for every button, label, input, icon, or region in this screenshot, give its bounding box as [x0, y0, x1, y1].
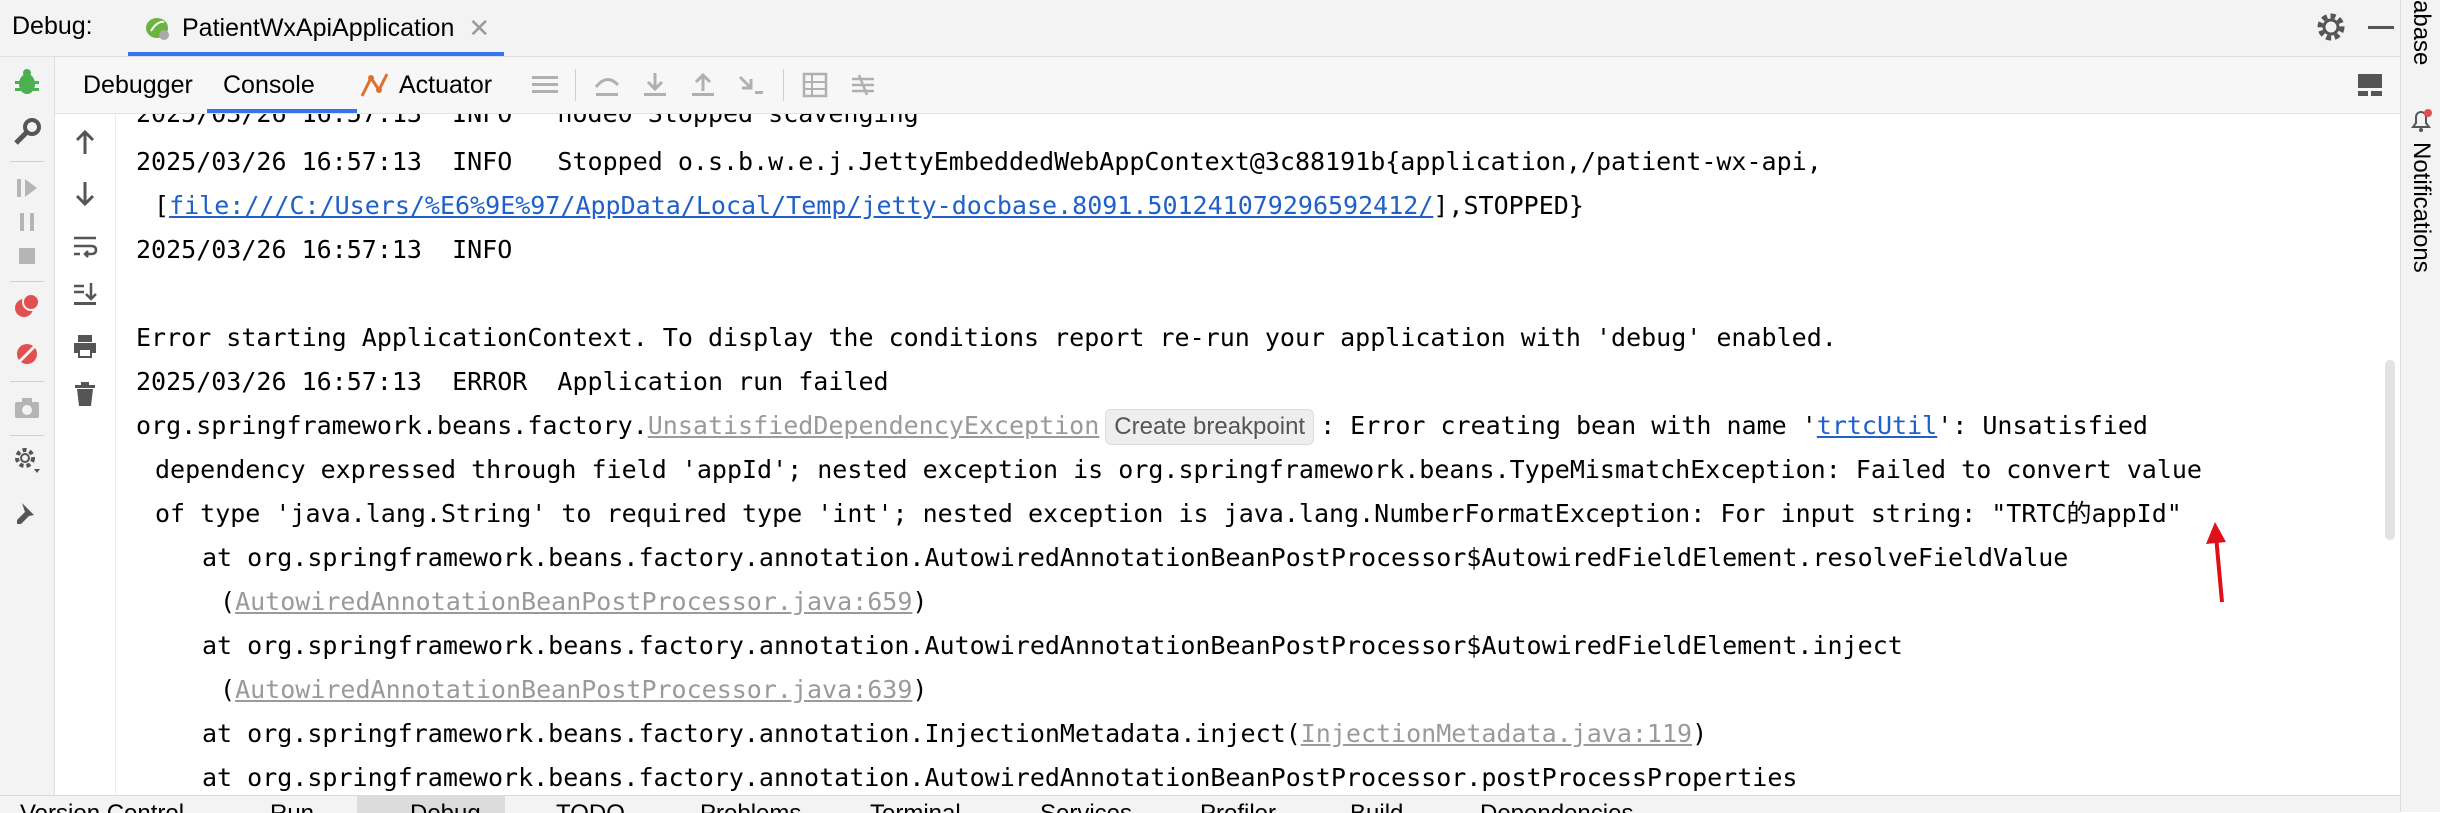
tool-terminal[interactable]: Terminal [870, 800, 961, 813]
rail-separator [10, 281, 44, 282]
tab-debugger[interactable]: Debugger [83, 57, 193, 113]
console-line: 2025/03/26 16:57:13 ERROR Application ru… [136, 367, 889, 396]
run-config-tab[interactable]: PatientWxApiApplication ✕ [128, 0, 505, 56]
tool-services[interactable]: Services [1040, 800, 1132, 813]
tool-debug[interactable]: Debug [410, 800, 481, 813]
run-to-cursor-icon[interactable] [735, 69, 767, 101]
right-tool-strip: abase Notifications [2400, 0, 2440, 812]
console-tab-indicator [207, 109, 357, 113]
tool-build[interactable]: Build [1350, 800, 1403, 813]
trash-icon[interactable] [67, 376, 103, 412]
stack-frame: at org.springframework.beans.factory.ann… [202, 543, 2069, 572]
file-link[interactable]: file:///C:/Users/%E6%9E%97/AppData/Local… [169, 191, 1433, 220]
stack-frame: at org.springframework.beans.factory.ann… [202, 763, 1798, 792]
tool-window-bar: Version Control Run Debug TODO Problems … [0, 795, 2400, 813]
arrow-down-icon[interactable] [67, 176, 103, 212]
print-icon[interactable] [67, 328, 103, 364]
trace-icon[interactable] [847, 69, 879, 101]
toolbar-separator [575, 69, 576, 101]
view-breakpoints-icon[interactable] [10, 289, 44, 323]
pin-icon[interactable] [10, 497, 44, 531]
console-line: of type 'java.lang.String' to required t… [155, 499, 2182, 528]
soft-wrap-icon[interactable] [67, 228, 103, 264]
evaluate-expression-icon[interactable] [799, 69, 831, 101]
notifications-tool-label[interactable]: Notifications [2407, 142, 2435, 273]
settings-icon[interactable] [10, 443, 44, 477]
stop-icon[interactable] [10, 239, 44, 273]
stack-frame: (AutowiredAnnotationBeanPostProcessor.ja… [220, 675, 928, 704]
bean-name-link[interactable]: trtcUtil [1817, 411, 1937, 440]
tab-actuator-label: Actuator [399, 70, 493, 99]
annotation-arrow-icon [2206, 522, 2226, 603]
source-link[interactable]: InjectionMetadata.java:119 [1301, 719, 1692, 748]
console-line: org.springframework.beans.factory.Unsati… [136, 404, 2148, 448]
stack-frame: at org.springframework.beans.factory.ann… [202, 631, 1903, 660]
tab-actuator[interactable]: Actuator [359, 57, 492, 113]
step-over-icon[interactable] [591, 69, 623, 101]
camera-icon[interactable] [10, 391, 44, 425]
arrow-up-icon[interactable] [67, 124, 103, 160]
console-line: [file:///C:/Users/%E6%9E%97/AppData/Loca… [154, 191, 1584, 220]
active-tab-indicator [128, 52, 505, 56]
tool-run[interactable]: Run [270, 800, 314, 813]
stack-frame: at org.springframework.beans.factory.ann… [202, 719, 1708, 748]
debug-toolbar: Debugger Console Actuator [55, 57, 2400, 114]
tool-problems[interactable]: Problems [700, 800, 801, 813]
step-out-icon[interactable] [687, 69, 719, 101]
console-line: 2025/03/26 16:57:13 INFO node0 Stopped s… [136, 114, 919, 136]
gear-icon[interactable] [2314, 10, 2348, 44]
console-line: Error starting ApplicationContext. To di… [136, 323, 1837, 352]
debug-label: Debug: [12, 12, 93, 40]
scroll-to-end-icon[interactable] [67, 276, 103, 312]
console-output[interactable]: 2025/03/26 16:57:13 INFO node0 Stopped s… [116, 114, 2400, 812]
rail-separator [10, 161, 44, 162]
tab-console[interactable]: Console [223, 57, 315, 113]
create-breakpoint-hint[interactable]: Create breakpoint [1105, 409, 1315, 445]
actuator-icon [360, 73, 389, 97]
run-config-tab-label: PatientWxApiApplication [182, 13, 455, 42]
tool-dependencies[interactable]: Dependencies [1480, 800, 1633, 813]
console-line: dependency expressed through field 'appI… [155, 455, 2202, 484]
vertical-scrollbar[interactable] [2385, 360, 2395, 540]
database-tool-label[interactable]: abase [2407, 0, 2435, 65]
resume-icon[interactable] [10, 171, 44, 205]
menu-icon[interactable] [529, 69, 561, 101]
stack-frame: (AutowiredAnnotationBeanPostProcessor.ja… [220, 587, 928, 616]
spring-boot-icon [146, 18, 169, 40]
console-line: 2025/03/26 16:57:13 INFO [136, 235, 513, 264]
step-into-icon[interactable] [639, 69, 671, 101]
tool-todo[interactable]: TODO [556, 800, 625, 813]
console-side-toolbar [55, 114, 116, 812]
debug-side-rail [0, 57, 55, 812]
source-link[interactable]: AutowiredAnnotationBeanPostProcessor.jav… [235, 587, 912, 616]
pause-icon[interactable] [10, 205, 44, 239]
debug-header: Debug: PatientWxApiApplication ✕ [0, 0, 2400, 57]
mute-breakpoints-icon[interactable] [10, 337, 44, 371]
toolbar-separator [783, 69, 784, 101]
wrench-icon[interactable] [10, 115, 44, 149]
layout-icon[interactable] [2355, 69, 2387, 101]
source-link[interactable]: AutowiredAnnotationBeanPostProcessor.jav… [235, 675, 912, 704]
close-icon[interactable]: ✕ [468, 13, 490, 44]
tool-version-control[interactable]: Version Control [20, 800, 184, 813]
debug-bug-icon[interactable] [10, 65, 44, 99]
bell-icon [2411, 109, 2432, 132]
console-line: 2025/03/26 16:57:13 INFO Stopped o.s.b.w… [136, 147, 1822, 176]
exception-class-link[interactable]: UnsatisfiedDependencyException [648, 411, 1100, 440]
rail-separator [10, 381, 44, 382]
tool-profiler[interactable]: Profiler [1200, 800, 1276, 813]
minimize-icon[interactable] [2368, 26, 2394, 29]
rail-separator [10, 435, 44, 436]
